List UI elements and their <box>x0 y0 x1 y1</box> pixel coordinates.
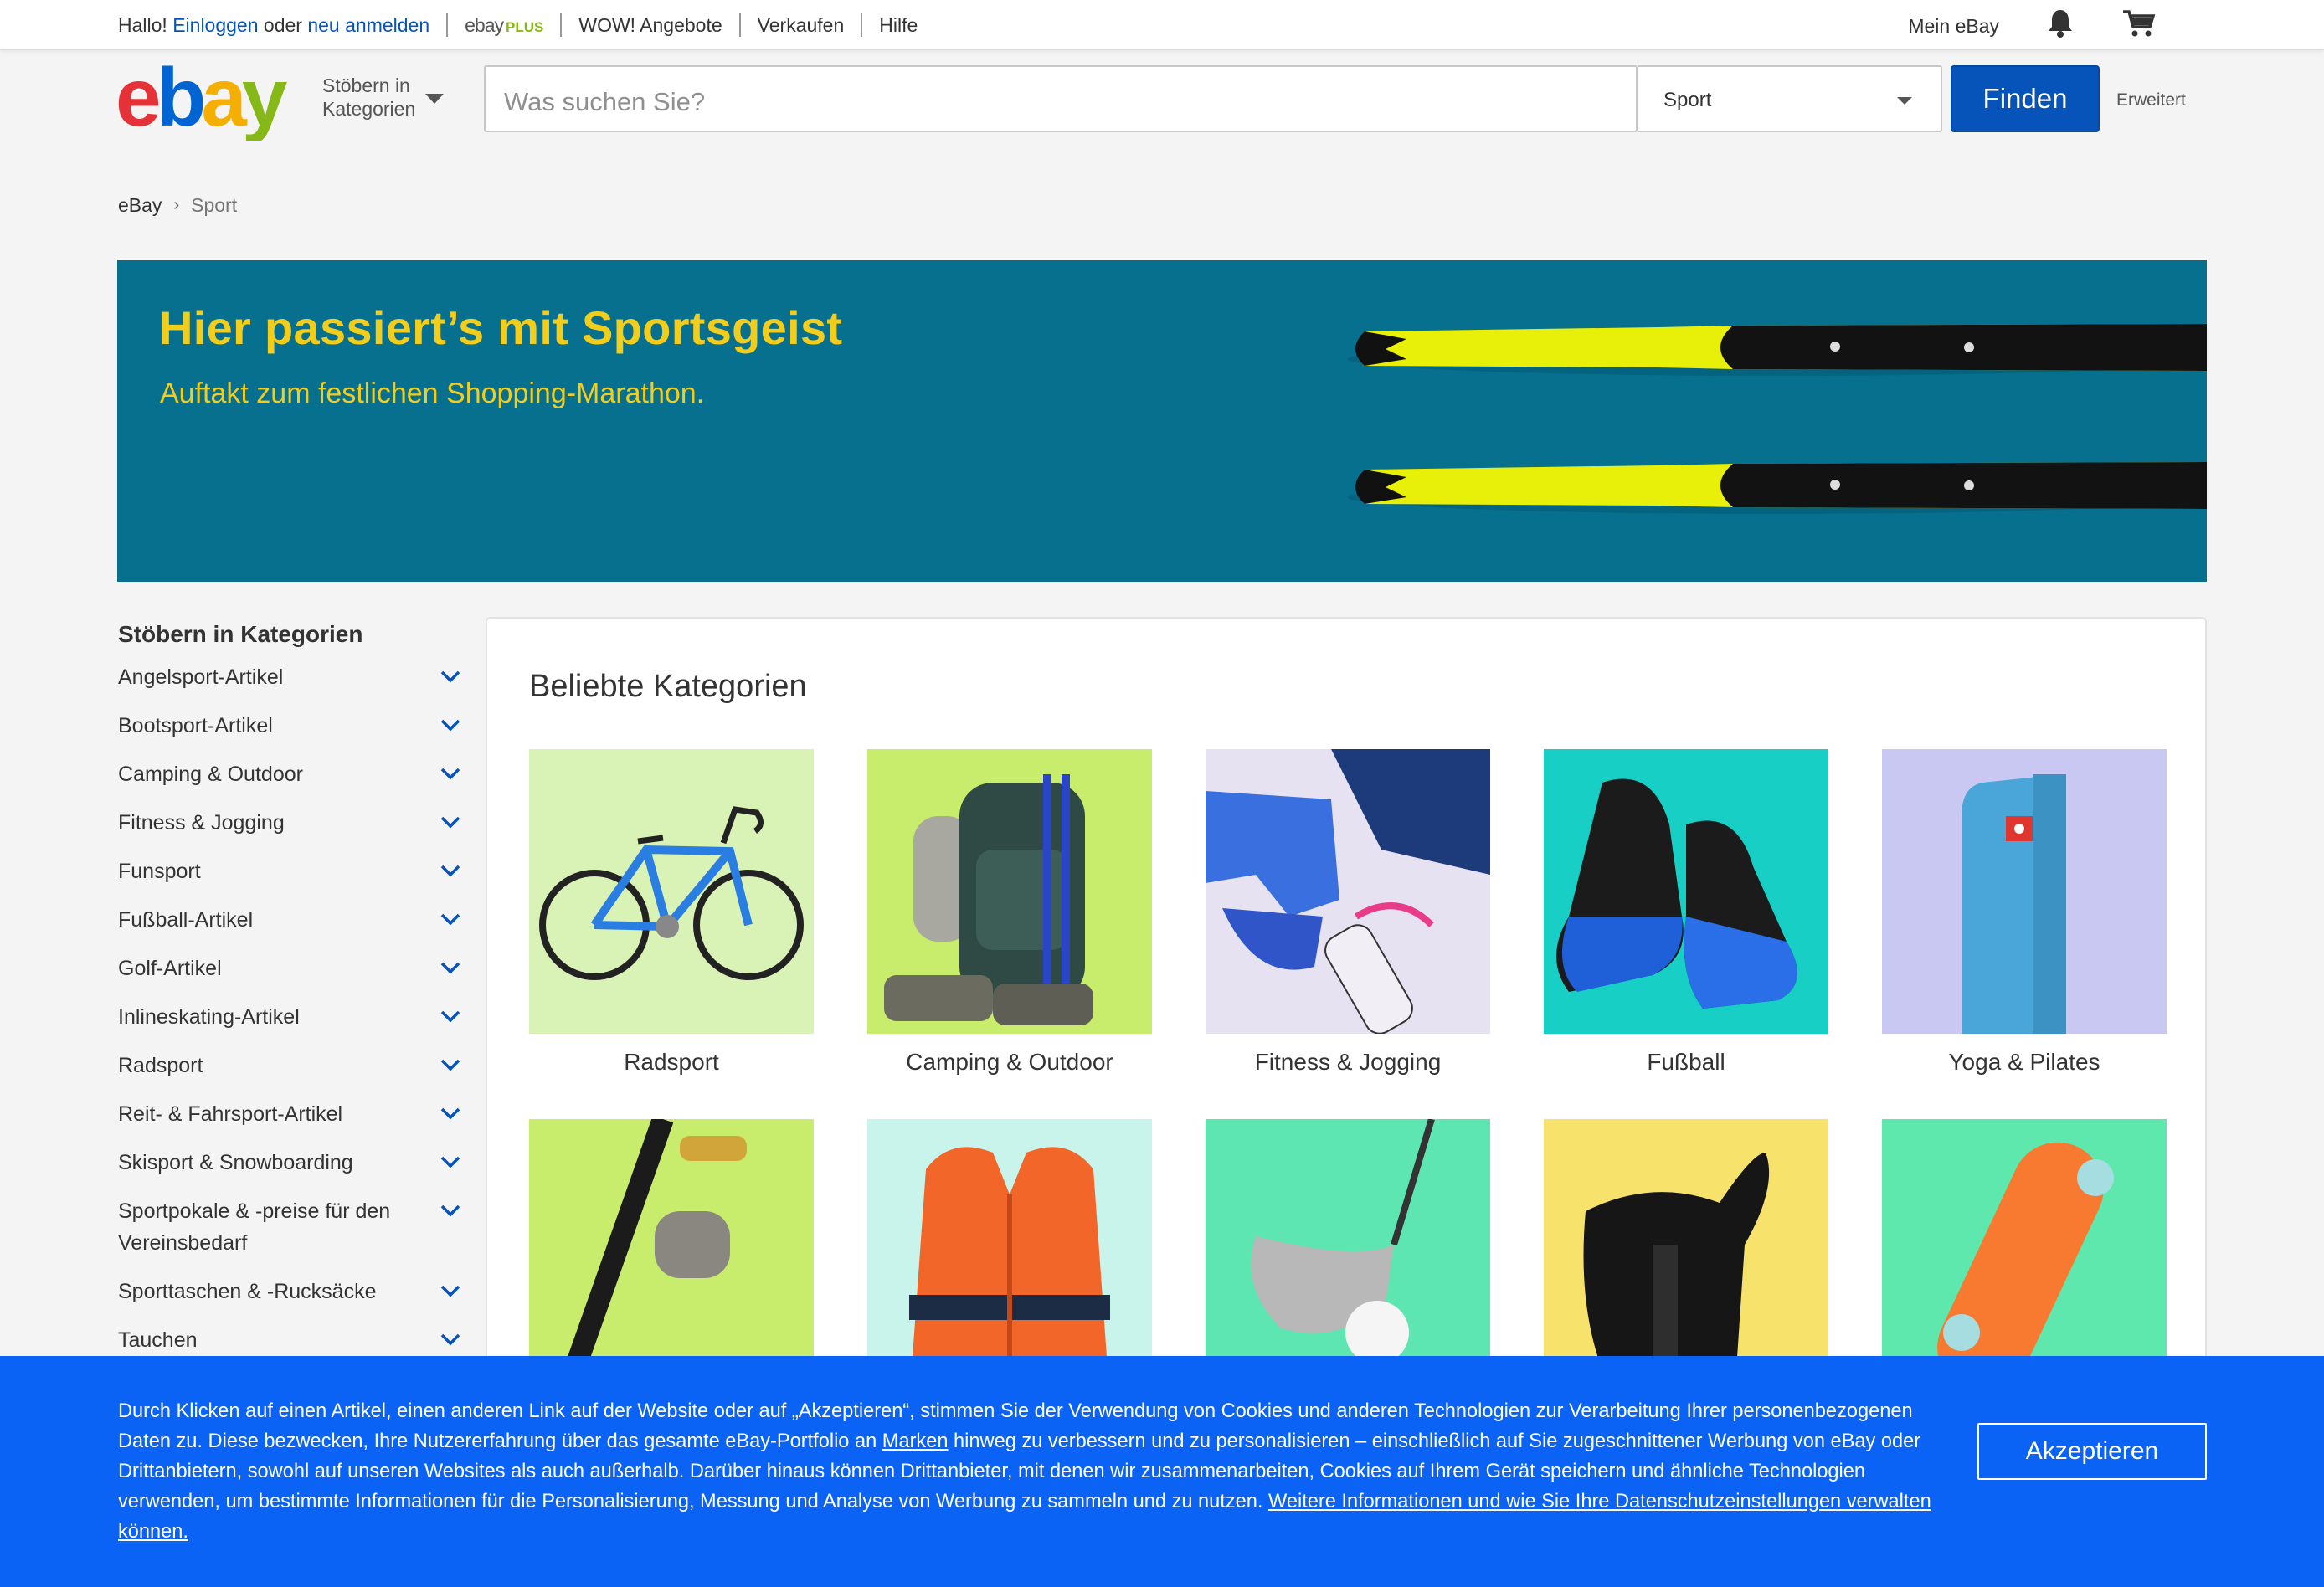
category-label: Fitness & Jogging <box>1254 1049 1442 1075</box>
hero-subtitle: Auftakt zum festlichen Shopping-Marathon… <box>160 377 705 409</box>
divider <box>446 13 449 37</box>
popular-categories-title: Beliebte Kategorien <box>529 669 807 704</box>
sidebar-item-sporttaschen[interactable]: Sporttaschen & -Rucksäcke <box>118 1276 461 1307</box>
sidebar-item-inlineskating[interactable]: Inlineskating-Artikel <box>118 1001 461 1033</box>
sidebar-item-tauchen[interactable]: Tauchen <box>118 1324 461 1356</box>
accept-cookies-button[interactable]: Akzeptieren <box>1977 1423 2207 1480</box>
chevron-down-icon <box>440 719 460 732</box>
divider <box>738 13 741 37</box>
ebay-plus-link[interactable]: ebay PLUS <box>465 14 543 37</box>
topbar-right: Mein eBay <box>1908 8 2157 44</box>
browse-line2: Kategorien <box>322 98 416 120</box>
sidebar-item-fitness[interactable]: Fitness & Jogging <box>118 807 461 839</box>
chevron-down-icon <box>440 1333 460 1346</box>
chevron-down-icon <box>440 1285 460 1297</box>
browse-line1: Stöbern in <box>322 74 410 96</box>
chevron-down-icon <box>440 962 460 974</box>
sidebar-item-reitsport[interactable]: Reit- & Fahrsport-Artikel <box>118 1098 461 1130</box>
bicycle-image <box>529 749 814 1034</box>
chevron-down-icon <box>440 768 460 780</box>
search-placeholder: Was suchen Sie? <box>504 87 706 116</box>
chevron-down-icon <box>440 816 460 829</box>
cart-icon[interactable] <box>2121 8 2157 44</box>
chevron-down-icon <box>1897 97 1912 105</box>
category-card-camping[interactable]: Camping & Outdoor <box>867 749 1152 1076</box>
backpack-image <box>867 749 1152 1034</box>
register-link[interactable]: neu anmelden <box>307 14 429 37</box>
category-card-radsport[interactable]: Radsport <box>529 749 814 1076</box>
chevron-down-icon <box>440 1156 460 1168</box>
or-text: oder <box>263 13 302 36</box>
chevron-down-icon <box>440 670 460 683</box>
advanced-search-link[interactable]: Erweitert <box>2116 90 2186 110</box>
sidebar-item-radsport[interactable]: Radsport <box>118 1050 461 1081</box>
bell-icon[interactable] <box>2046 8 2075 44</box>
category-card-fussball[interactable]: Fußball <box>1544 749 1828 1076</box>
sidebar-item-bootsport[interactable]: Bootsport-Artikel <box>118 710 461 742</box>
category-card-yoga[interactable]: Yoga & Pilates <box>1882 749 2167 1076</box>
help-link[interactable]: Hilfe <box>879 14 918 37</box>
category-select[interactable]: Sport <box>1638 65 1942 132</box>
chevron-down-icon <box>440 1204 460 1217</box>
sidebar-title: Stöbern in Kategorien <box>118 621 363 647</box>
category-label: Yoga & Pilates <box>1948 1049 2100 1075</box>
my-ebay-link[interactable]: Mein eBay <box>1908 15 1999 38</box>
yoga-mat-image <box>1882 749 2167 1034</box>
divider <box>560 13 563 37</box>
chevron-down-icon <box>440 1010 460 1023</box>
chevron-down-icon <box>440 913 460 926</box>
chevron-down-icon <box>440 865 460 877</box>
sidebar-item-funsport[interactable]: Funsport <box>118 855 461 887</box>
sidebar-item-camping[interactable]: Camping & Outdoor <box>118 758 461 790</box>
category-label: Radsport <box>624 1049 719 1075</box>
svg-text:ebay: ebay <box>116 57 287 141</box>
breadcrumb-home[interactable]: eBay <box>118 194 162 217</box>
chevron-down-icon[interactable] <box>425 94 444 104</box>
cookie-consent-banner: Durch Klicken auf einen Artikel, einen a… <box>0 1356 2324 1587</box>
ski-image <box>1348 324 2207 514</box>
search-input[interactable]: Was suchen Sie? <box>484 65 1638 132</box>
find-button[interactable]: Finden <box>1951 65 2100 132</box>
breadcrumb-current: Sport <box>191 194 238 216</box>
divider <box>861 13 863 37</box>
chevron-down-icon <box>440 1107 460 1120</box>
signin-link[interactable]: Einloggen <box>172 14 258 37</box>
sidebar-item-sportpokale[interactable]: Sportpokale & -preise für den Vereinsbed… <box>118 1195 461 1259</box>
sidebar-item-angelsport[interactable]: Angelsport-Artikel <box>118 661 461 693</box>
cookie-consent-text: Durch Klicken auf einen Artikel, einen a… <box>118 1400 1931 1543</box>
sell-link[interactable]: Verkaufen <box>758 14 845 37</box>
browse-categories-button[interactable]: Stöbern in Kategorien <box>322 74 415 121</box>
brands-link[interactable]: Marken <box>882 1430 949 1452</box>
sidebar-item-fussball[interactable]: Fußball-Artikel <box>118 904 461 936</box>
sidebar-category-list: Angelsport-Artikel Bootsport-Artikel Cam… <box>118 661 461 1373</box>
football-boots-image <box>1544 749 1828 1034</box>
fitness-clothing-image <box>1206 749 1490 1034</box>
sidebar-item-skisport[interactable]: Skisport & Snowboarding <box>118 1147 461 1179</box>
deals-link[interactable]: WOW! Angebote <box>578 14 722 37</box>
sidebar-item-golf[interactable]: Golf-Artikel <box>118 953 461 984</box>
top-utility-bar: Hallo! Einloggen oder neu anmelden ebay P… <box>0 0 2324 50</box>
category-card-fitness[interactable]: Fitness & Jogging <box>1206 749 1490 1076</box>
hero-title: Hier passiert’s mit Sportsgeist <box>159 301 843 354</box>
breadcrumb: eBay › Sport <box>118 194 237 217</box>
category-select-value: Sport <box>1663 89 1712 111</box>
ebay-logo[interactable]: ebay <box>116 51 315 143</box>
chevron-down-icon <box>440 1059 460 1071</box>
greeting-text: Hallo! <box>118 13 167 36</box>
hero-banner[interactable]: Hier passiert’s mit Sportsgeist Auftakt … <box>117 260 2207 582</box>
category-label: Camping & Outdoor <box>906 1049 1113 1075</box>
chevron-right-icon: › <box>173 196 180 214</box>
category-label: Fußball <box>1647 1049 1725 1075</box>
topbar-left: Hallo! Einloggen oder neu anmelden ebay P… <box>118 13 918 37</box>
